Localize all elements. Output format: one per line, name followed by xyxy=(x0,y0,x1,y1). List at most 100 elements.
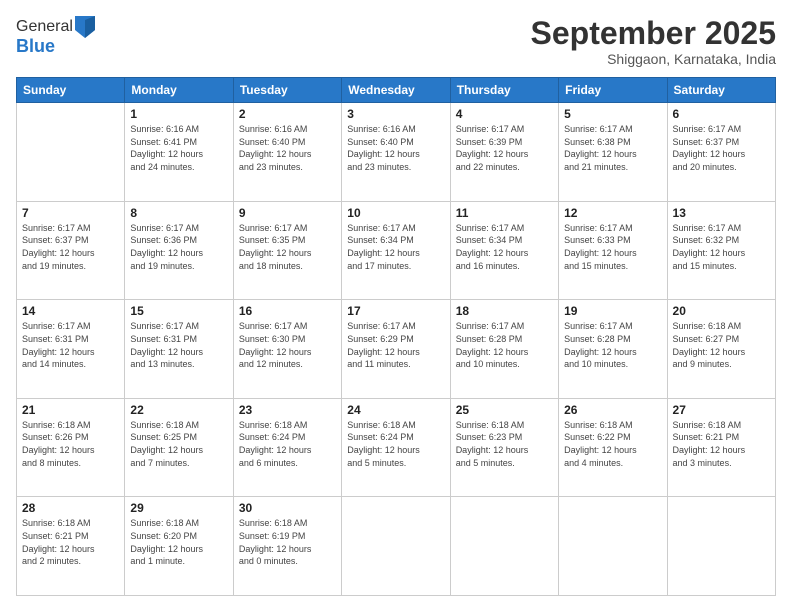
day-info: Sunrise: 6:17 AMSunset: 6:37 PMDaylight:… xyxy=(22,222,119,272)
day-number: 8 xyxy=(130,206,227,220)
calendar-header-row: Sunday Monday Tuesday Wednesday Thursday… xyxy=(17,78,776,103)
day-number: 18 xyxy=(456,304,553,318)
col-sunday: Sunday xyxy=(17,78,125,103)
table-row: 14 Sunrise: 6:17 AMSunset: 6:31 PMDayligh… xyxy=(17,300,125,399)
table-row: 5Sunrise: 6:17 AMSunset: 6:38 PMDaylight… xyxy=(559,103,667,202)
table-row: 8 Sunrise: 6:17 AMSunset: 6:36 PMDaylight… xyxy=(125,201,233,300)
day-info: Sunrise: 6:18 AMSunset: 6:27 PMDaylight:… xyxy=(673,320,770,370)
location-subtitle: Shiggaon, Karnataka, India xyxy=(531,51,776,67)
day-number: 11 xyxy=(456,206,553,220)
logo-blue-text: Blue xyxy=(16,36,95,57)
table-row: 12 Sunrise: 6:17 AMSunset: 6:33 PMDayligh… xyxy=(559,201,667,300)
table-row: 11 Sunrise: 6:17 AMSunset: 6:34 PMDayligh… xyxy=(450,201,558,300)
day-number: 3 xyxy=(347,107,444,121)
day-info: Sunrise: 6:18 AMSunset: 6:20 PMDaylight:… xyxy=(130,517,227,567)
day-number: 5 xyxy=(564,107,661,121)
table-row: 30 Sunrise: 6:18 AMSunset: 6:19 PMDayligh… xyxy=(233,497,341,596)
table-row: 3 Sunrise: 6:16 AMSunset: 6:40 PMDaylight… xyxy=(342,103,450,202)
day-number: 14 xyxy=(22,304,119,318)
table-row: 21 Sunrise: 6:18 AMSunset: 6:26 PMDayligh… xyxy=(17,398,125,497)
day-info: Sunrise: 6:18 AMSunset: 6:24 PMDaylight:… xyxy=(239,419,336,469)
table-row: 18 Sunrise: 6:17 AMSunset: 6:28 PMDayligh… xyxy=(450,300,558,399)
col-monday: Monday xyxy=(125,78,233,103)
title-block: September 2025 Shiggaon, Karnataka, Indi… xyxy=(531,16,776,67)
day-number: 1 xyxy=(130,107,227,121)
table-row: 20 Sunrise: 6:18 AMSunset: 6:27 PMDayligh… xyxy=(667,300,775,399)
day-info: Sunrise: 6:17 AMSunset: 6:28 PMDaylight:… xyxy=(456,320,553,370)
day-info: Sunrise: 6:16 AMSunset: 6:40 PMDaylight:… xyxy=(239,123,336,173)
day-number: 17 xyxy=(347,304,444,318)
day-number: 6 xyxy=(673,107,770,121)
day-info: Sunrise: 6:17 AMSunset: 6:30 PMDaylight:… xyxy=(239,320,336,370)
table-row: 24Sunrise: 6:18 AMSunset: 6:24 PMDayligh… xyxy=(342,398,450,497)
day-info: Sunrise: 6:18 AMSunset: 6:19 PMDaylight:… xyxy=(239,517,336,567)
day-info: Sunrise: 6:17 AMSunset: 6:39 PMDaylight:… xyxy=(456,123,553,173)
col-friday: Friday xyxy=(559,78,667,103)
day-number: 21 xyxy=(22,403,119,417)
day-info: Sunrise: 6:17 AMSunset: 6:32 PMDaylight:… xyxy=(673,222,770,272)
page: General Blue September 2025 Shiggaon, Ka… xyxy=(0,0,792,612)
day-info: Sunrise: 6:18 AMSunset: 6:24 PMDaylight:… xyxy=(347,419,444,469)
day-number: 15 xyxy=(130,304,227,318)
day-number: 30 xyxy=(239,501,336,515)
day-number: 9 xyxy=(239,206,336,220)
calendar-week-1: 1 Sunrise: 6:16 AMSunset: 6:41 PMDaylight… xyxy=(17,103,776,202)
day-number: 23 xyxy=(239,403,336,417)
table-row: 23 Sunrise: 6:18 AMSunset: 6:24 PMDayligh… xyxy=(233,398,341,497)
table-row xyxy=(342,497,450,596)
col-saturday: Saturday xyxy=(667,78,775,103)
table-row: 7 Sunrise: 6:17 AMSunset: 6:37 PMDaylight… xyxy=(17,201,125,300)
day-info: Sunrise: 6:17 AMSunset: 6:29 PMDaylight:… xyxy=(347,320,444,370)
day-number: 22 xyxy=(130,403,227,417)
day-number: 10 xyxy=(347,206,444,220)
table-row xyxy=(450,497,558,596)
day-info: Sunrise: 6:16 AMSunset: 6:41 PMDaylight:… xyxy=(130,123,227,173)
table-row: 1 Sunrise: 6:16 AMSunset: 6:41 PMDaylight… xyxy=(125,103,233,202)
day-info: Sunrise: 6:17 AMSunset: 6:31 PMDaylight:… xyxy=(22,320,119,370)
table-row xyxy=(559,497,667,596)
day-info: Sunrise: 6:17 AMSunset: 6:28 PMDaylight:… xyxy=(564,320,661,370)
table-row: 4 Sunrise: 6:17 AMSunset: 6:39 PMDaylight… xyxy=(450,103,558,202)
table-row: 19 Sunrise: 6:17 AMSunset: 6:28 PMDayligh… xyxy=(559,300,667,399)
table-row: 15 Sunrise: 6:17 AMSunset: 6:31 PMDayligh… xyxy=(125,300,233,399)
table-row xyxy=(667,497,775,596)
table-row: 16 Sunrise: 6:17 AMSunset: 6:30 PMDayligh… xyxy=(233,300,341,399)
calendar-table: Sunday Monday Tuesday Wednesday Thursday… xyxy=(16,77,776,596)
table-row: 2Sunrise: 6:16 AMSunset: 6:40 PMDaylight… xyxy=(233,103,341,202)
calendar-week-5: 28Sunrise: 6:18 AMSunset: 6:21 PMDayligh… xyxy=(17,497,776,596)
day-number: 16 xyxy=(239,304,336,318)
day-info: Sunrise: 6:17 AMSunset: 6:36 PMDaylight:… xyxy=(130,222,227,272)
logo-icon xyxy=(75,16,95,38)
day-info: Sunrise: 6:17 AMSunset: 6:33 PMDaylight:… xyxy=(564,222,661,272)
calendar-week-4: 21 Sunrise: 6:18 AMSunset: 6:26 PMDayligh… xyxy=(17,398,776,497)
table-row xyxy=(17,103,125,202)
logo: General Blue xyxy=(16,16,95,57)
day-number: 25 xyxy=(456,403,553,417)
day-number: 29 xyxy=(130,501,227,515)
table-row: 17 Sunrise: 6:17 AMSunset: 6:29 PMDayligh… xyxy=(342,300,450,399)
day-number: 19 xyxy=(564,304,661,318)
month-year-title: September 2025 xyxy=(531,16,776,51)
table-row: 29 Sunrise: 6:18 AMSunset: 6:20 PMDayligh… xyxy=(125,497,233,596)
day-info: Sunrise: 6:17 AMSunset: 6:37 PMDaylight:… xyxy=(673,123,770,173)
day-info: Sunrise: 6:18 AMSunset: 6:21 PMDaylight:… xyxy=(673,419,770,469)
day-info: Sunrise: 6:17 AMSunset: 6:34 PMDaylight:… xyxy=(456,222,553,272)
day-info: Sunrise: 6:18 AMSunset: 6:23 PMDaylight:… xyxy=(456,419,553,469)
table-row: 25 Sunrise: 6:18 AMSunset: 6:23 PMDayligh… xyxy=(450,398,558,497)
table-row: 27Sunrise: 6:18 AMSunset: 6:21 PMDayligh… xyxy=(667,398,775,497)
day-info: Sunrise: 6:16 AMSunset: 6:40 PMDaylight:… xyxy=(347,123,444,173)
table-row: 22Sunrise: 6:18 AMSunset: 6:25 PMDayligh… xyxy=(125,398,233,497)
day-info: Sunrise: 6:18 AMSunset: 6:26 PMDaylight:… xyxy=(22,419,119,469)
day-info: Sunrise: 6:17 AMSunset: 6:31 PMDaylight:… xyxy=(130,320,227,370)
day-number: 26 xyxy=(564,403,661,417)
day-number: 13 xyxy=(673,206,770,220)
table-row: 26Sunrise: 6:18 AMSunset: 6:22 PMDayligh… xyxy=(559,398,667,497)
table-row: 13 Sunrise: 6:17 AMSunset: 6:32 PMDayligh… xyxy=(667,201,775,300)
table-row: 10Sunrise: 6:17 AMSunset: 6:34 PMDayligh… xyxy=(342,201,450,300)
day-number: 4 xyxy=(456,107,553,121)
day-number: 20 xyxy=(673,304,770,318)
day-info: Sunrise: 6:18 AMSunset: 6:21 PMDaylight:… xyxy=(22,517,119,567)
day-number: 7 xyxy=(22,206,119,220)
calendar-week-2: 7 Sunrise: 6:17 AMSunset: 6:37 PMDaylight… xyxy=(17,201,776,300)
day-number: 12 xyxy=(564,206,661,220)
